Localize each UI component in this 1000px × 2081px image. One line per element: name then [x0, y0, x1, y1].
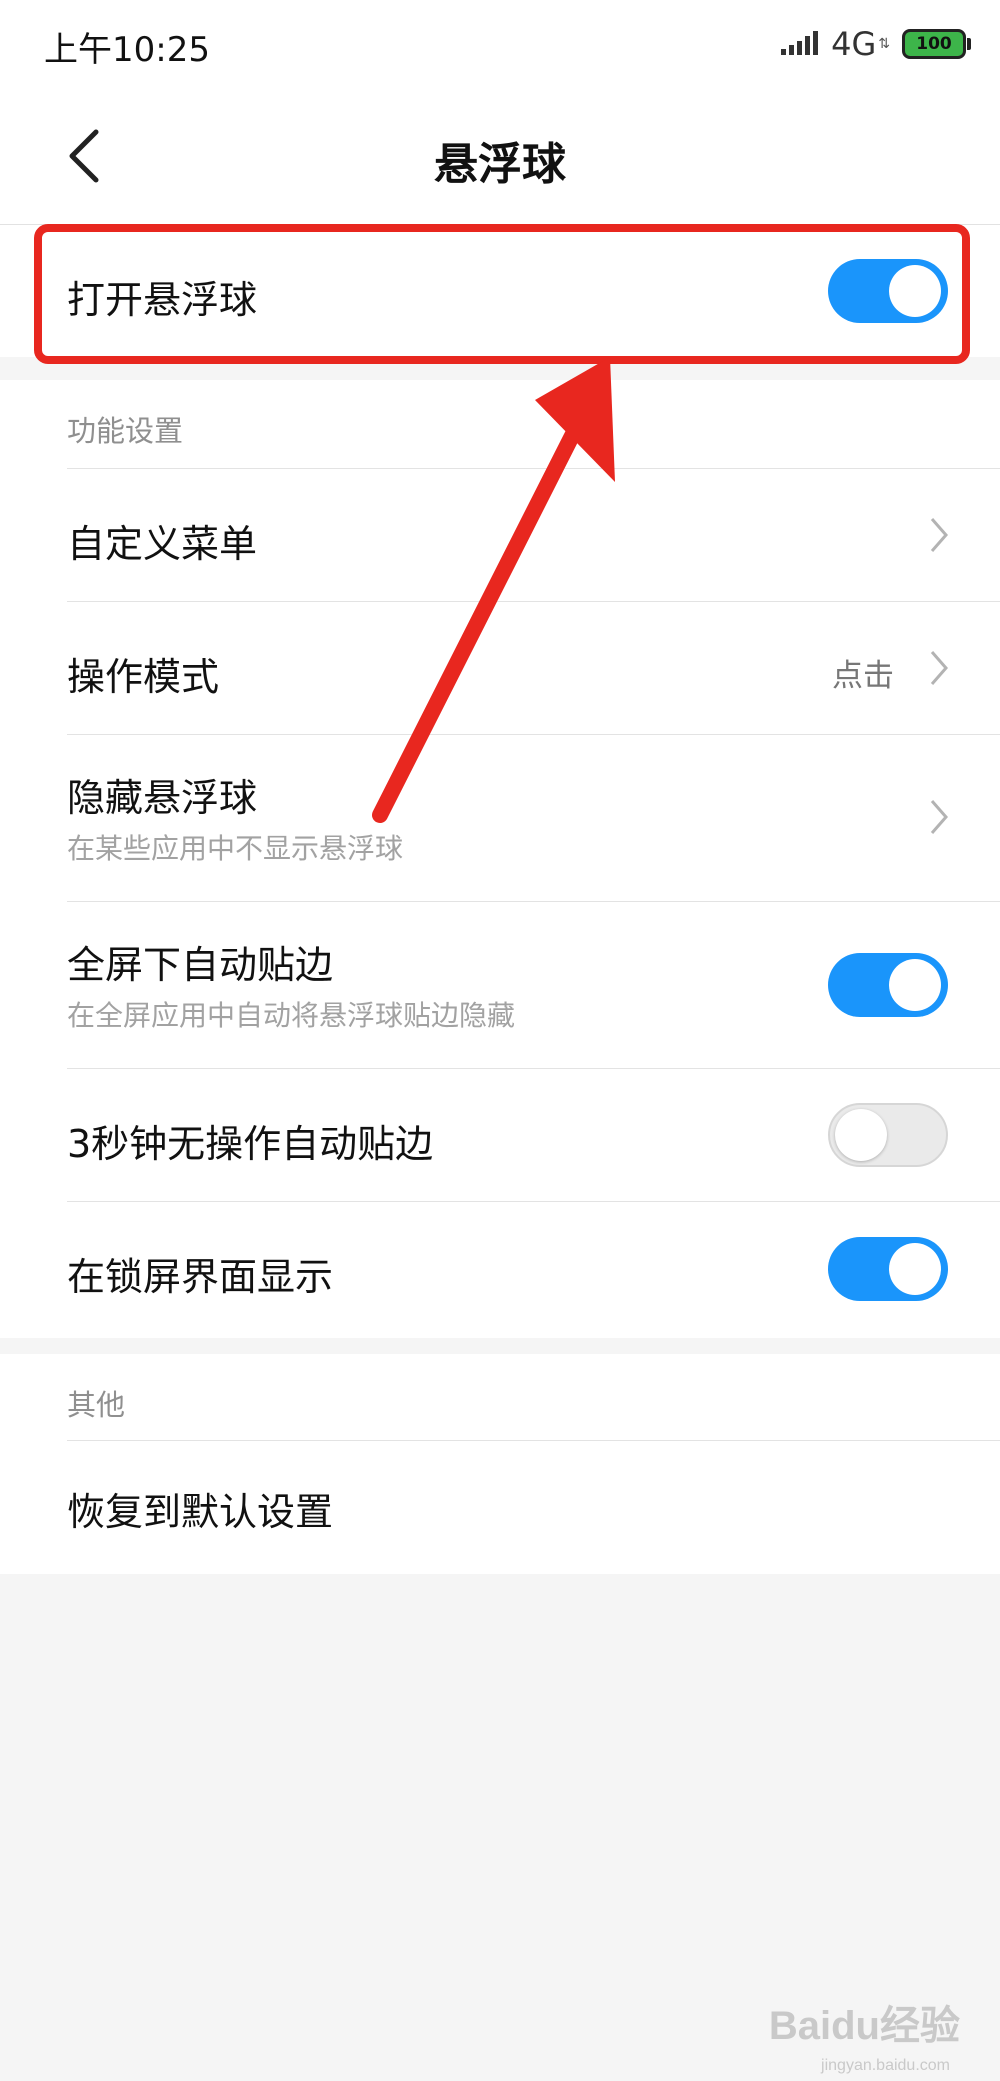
status-icons: 4G ⇅ 100 [781, 24, 971, 64]
chevron-right-icon [930, 651, 948, 685]
toggle-knob [835, 1109, 887, 1161]
fullscreen-auto-edge-subtitle: 在全屏应用中自动将悬浮球贴边隐藏 [67, 999, 516, 1032]
chevron-right-icon [930, 800, 948, 834]
page-title: 悬浮球 [434, 139, 566, 190]
network-type: 4G [831, 25, 877, 63]
custom-menu-row[interactable]: 自定义菜单 [0, 469, 1000, 601]
annotation-highlight-box [34, 224, 970, 364]
other-section: 其他 恢复到默认设置 [0, 1354, 1000, 1574]
idle-auto-edge-row[interactable]: 3秒钟无操作自动贴边 [0, 1069, 1000, 1201]
restore-defaults-label: 恢复到默认设置 [67, 1490, 334, 1534]
hide-floating-ball-label: 隐藏悬浮球 [67, 776, 258, 820]
section-label-other: 其他 [67, 1388, 126, 1422]
fullscreen-auto-edge-row[interactable]: 全屏下自动贴边 在全屏应用中自动将悬浮球贴边隐藏 [0, 902, 1000, 1068]
operation-mode-row[interactable]: 操作模式 点击 [0, 602, 1000, 734]
watermark-logo: Baidu经验 [768, 2004, 960, 2048]
custom-menu-label: 自定义菜单 [67, 522, 258, 566]
section-label-function-settings: 功能设置 [67, 414, 184, 448]
battery-icon: 100 [902, 29, 971, 59]
hide-floating-ball-subtitle: 在某些应用中不显示悬浮球 [67, 832, 404, 865]
signal-icon [781, 31, 819, 55]
lockscreen-display-toggle[interactable] [828, 1237, 948, 1301]
data-arrows-icon: ⇅ [878, 36, 890, 52]
operation-mode-label: 操作模式 [67, 655, 220, 699]
watermark-domain: jingyan.baidu.com [821, 2057, 950, 2074]
toggle-knob [889, 959, 941, 1011]
chevron-right-icon [930, 518, 948, 552]
title-bar: 悬浮球 [0, 88, 1000, 225]
operation-mode-value: 点击 [832, 658, 894, 694]
status-bar: 上午10:25 4G ⇅ 100 [0, 0, 1000, 88]
status-time: 上午10:25 [44, 30, 210, 70]
fullscreen-auto-edge-label: 全屏下自动贴边 [67, 943, 334, 987]
hide-floating-ball-row[interactable]: 隐藏悬浮球 在某些应用中不显示悬浮球 [0, 735, 1000, 901]
idle-auto-edge-label: 3秒钟无操作自动贴边 [67, 1122, 434, 1166]
battery-level: 100 [916, 34, 952, 54]
lockscreen-display-label: 在锁屏界面显示 [67, 1255, 334, 1299]
restore-defaults-row[interactable]: 恢复到默认设置 [0, 1441, 1000, 1573]
idle-auto-edge-toggle[interactable] [828, 1103, 948, 1167]
lockscreen-display-row[interactable]: 在锁屏界面显示 [0, 1202, 1000, 1336]
function-settings-section: 功能设置 自定义菜单 操作模式 点击 隐藏悬浮球 在某些应用中不显示悬浮球 全屏… [0, 380, 1000, 1338]
toggle-knob [889, 1243, 941, 1295]
fullscreen-auto-edge-toggle[interactable] [828, 953, 948, 1017]
